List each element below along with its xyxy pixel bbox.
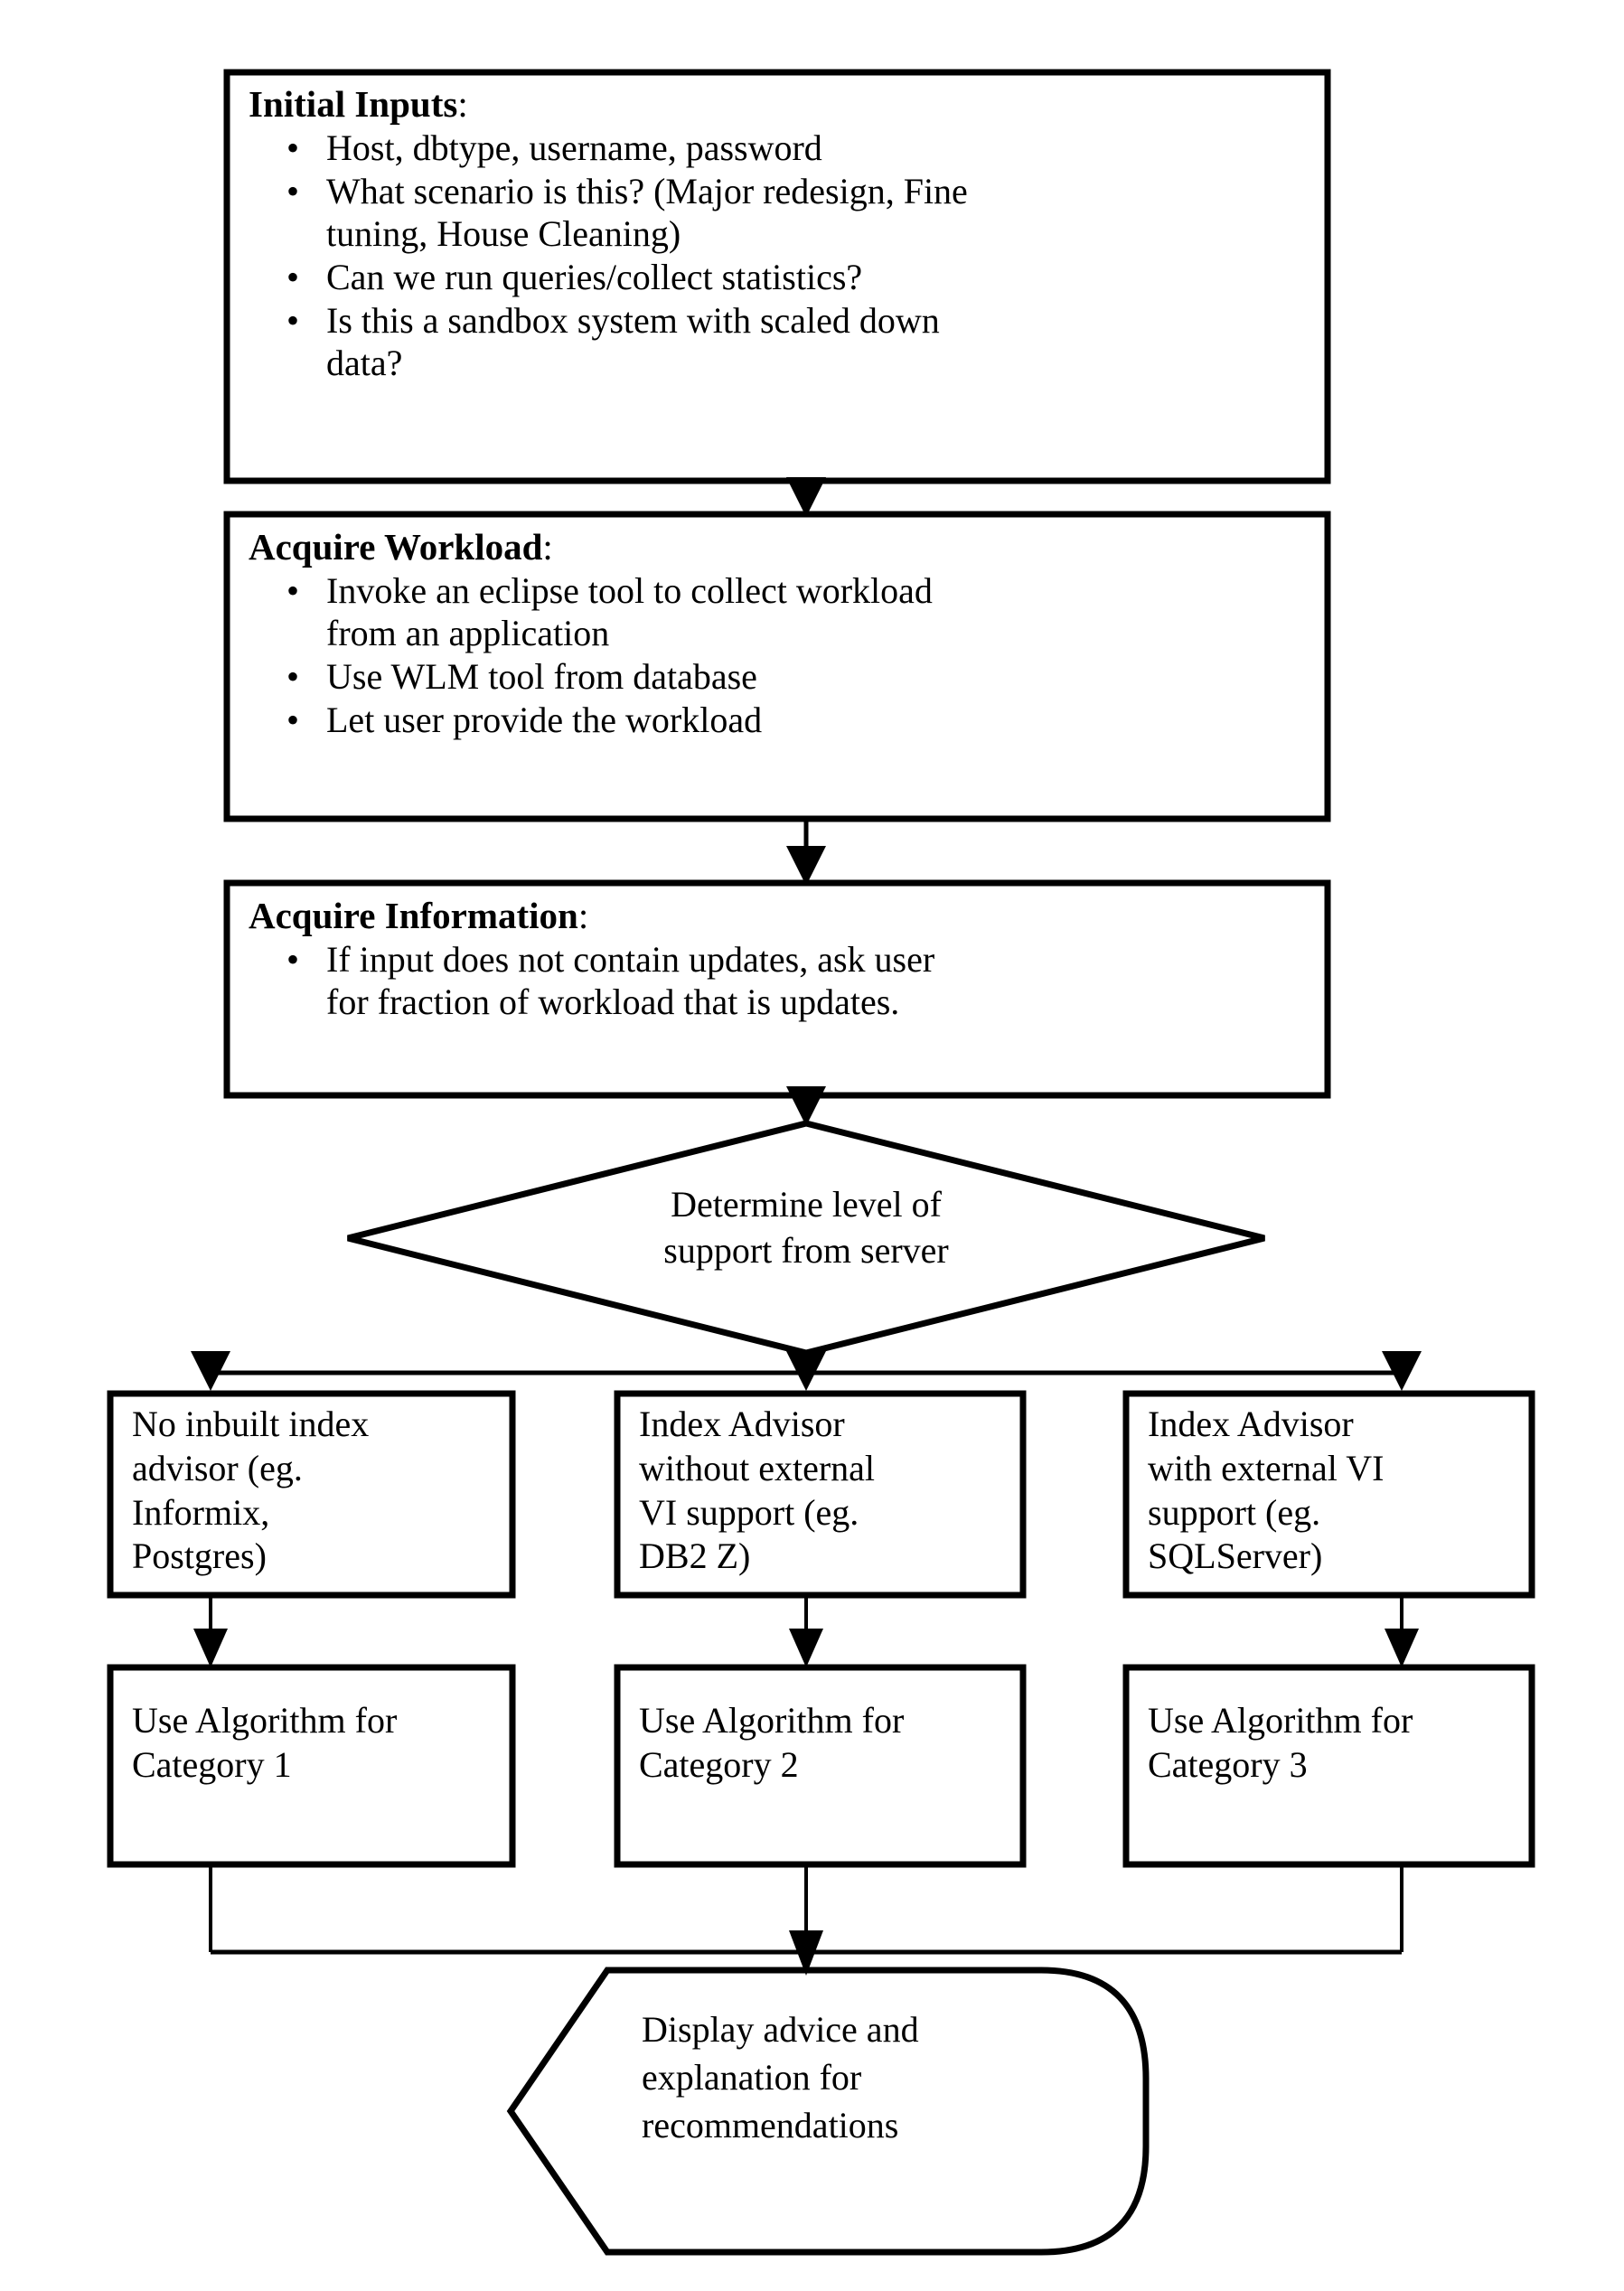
edge-workload-to-information-arrowhead	[786, 846, 826, 886]
decision-line-1: Determine level of	[671, 1184, 942, 1225]
algorithm-right-line-1: Use Algorithm for	[1148, 1700, 1413, 1741]
list-item: Invoke an eclipse tool to collect worklo…	[249, 569, 1315, 654]
node-acquire-information-bullet-list: If input does not contain updates, ask u…	[249, 938, 1315, 1023]
flowchart-canvas: Initial Inputs: Host, dbtype, username, …	[0, 0, 1624, 2291]
node-algorithm-right-label: Use Algorithm for Category 3	[1148, 1699, 1527, 1788]
algorithm-center-line-2: Category 2	[639, 1743, 799, 1785]
list-item: If input does not contain updates, ask u…	[249, 938, 1315, 1023]
branch-center-line-3: VI support (eg.	[639, 1491, 859, 1533]
display-output-line-1: Display advice and	[642, 2009, 919, 2050]
algorithm-right-line-2: Category 3	[1148, 1743, 1308, 1785]
edge-branch-center-to-algorithm-arrowhead	[789, 1629, 823, 1667]
list-item: What scenario is this? (Major redesign, …	[249, 170, 1315, 255]
list-item: Can we run queries/collect statistics?	[249, 256, 1315, 298]
branch-left-line-4: Postgres)	[132, 1535, 267, 1577]
list-item: Let user provide the workload	[249, 699, 1315, 741]
node-decision-label: Determine level of support from server	[535, 1181, 1077, 1273]
node-initial-inputs-bullet-list: Host, dbtype, username, password What sc…	[249, 127, 1315, 385]
branch-left-line-1: No inbuilt index	[132, 1404, 370, 1444]
decision-line-2: support from server	[663, 1230, 949, 1272]
algorithm-left-line-1: Use Algorithm for	[132, 1700, 398, 1741]
display-output-line-2: explanation for	[642, 2056, 862, 2098]
branch-left-line-2: advisor (eg.	[132, 1447, 303, 1488]
list-item: Is this a sandbox system with scaled dow…	[249, 299, 1315, 384]
branch-center-line-4: DB2 Z)	[639, 1535, 751, 1577]
node-display-output-label: Display advice and explanation for recom…	[642, 2006, 1112, 2149]
node-initial-inputs: Initial Inputs: Host, dbtype, username, …	[249, 83, 1315, 386]
node-algorithm-left-label: Use Algorithm for Category 1	[132, 1699, 512, 1788]
node-acquire-workload-heading: Acquire Workload:	[249, 526, 553, 568]
node-initial-inputs-heading: Initial Inputs:	[249, 83, 468, 125]
node-acquire-workload-bullet-list: Invoke an eclipse tool to collect worklo…	[249, 569, 1315, 742]
list-item: Host, dbtype, username, password	[249, 127, 1315, 169]
node-acquire-information: Acquire Information: If input does not c…	[249, 895, 1315, 1024]
node-branch-center-label: Index Advisor without external VI suppor…	[639, 1403, 1019, 1579]
display-output-line-3: recommendations	[642, 2104, 899, 2145]
branch-right-line-3: support (eg.	[1148, 1491, 1321, 1533]
node-algorithm-center-label: Use Algorithm for Category 2	[639, 1699, 1019, 1788]
branch-right-line-4: SQLServer)	[1148, 1535, 1323, 1577]
algorithm-left-line-2: Category 1	[132, 1743, 292, 1785]
node-acquire-information-heading: Acquire Information:	[249, 895, 589, 936]
branch-left-line-3: Informix,	[132, 1491, 270, 1533]
edge-initial-to-workload-arrowhead	[786, 477, 826, 517]
branch-center-line-2: without external	[639, 1447, 876, 1488]
list-item: Use WLM tool from database	[249, 655, 1315, 698]
edge-branch-left-to-algorithm-arrowhead	[193, 1629, 228, 1667]
branch-center-line-1: Index Advisor	[639, 1404, 845, 1444]
node-branch-left-label: No inbuilt index advisor (eg. Informix, …	[132, 1403, 512, 1579]
node-branch-right-label: Index Advisor with external VI support (…	[1148, 1403, 1527, 1579]
edge-branch-right-to-algorithm-arrowhead	[1385, 1629, 1419, 1667]
branch-right-line-2: with external VI	[1148, 1447, 1385, 1488]
algorithm-center-line-1: Use Algorithm for	[639, 1700, 905, 1741]
edge-information-to-decision-arrowhead	[786, 1086, 826, 1126]
branch-right-line-1: Index Advisor	[1148, 1404, 1354, 1444]
node-acquire-workload: Acquire Workload: Invoke an eclipse tool…	[249, 526, 1315, 742]
